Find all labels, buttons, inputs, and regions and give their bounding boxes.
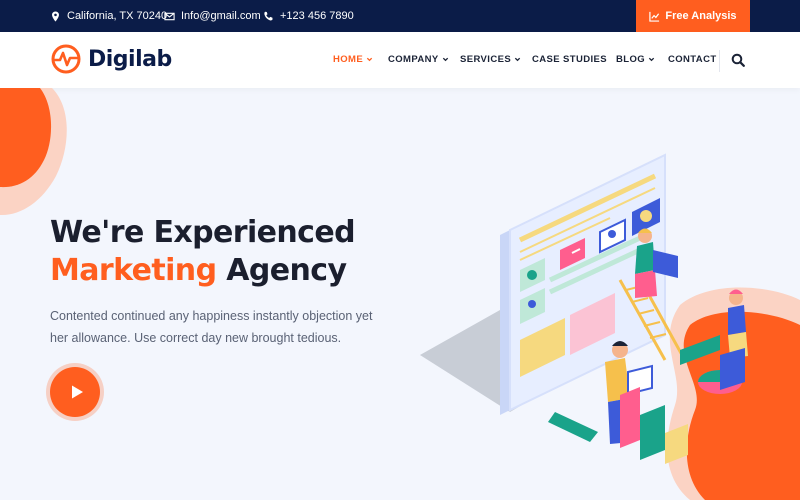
marketing-illustration <box>420 153 748 464</box>
nav-home[interactable]: HOME <box>333 54 373 65</box>
main-header: Digilab HOME COMPANY SERVICES CASE STUDI… <box>0 32 800 88</box>
chart-line-icon <box>649 11 660 22</box>
nav-blog-label: BLOG <box>616 54 646 65</box>
phone-info[interactable]: +123 456 7890 <box>263 0 354 32</box>
nav-case-studies[interactable]: CASE STUDIES <box>532 54 607 65</box>
nav-contact-label: CONTACT <box>668 54 717 65</box>
location-info: California, TX 70240 <box>50 0 167 32</box>
bar-cube <box>620 387 640 448</box>
hero-title-line2: Marketing Agency <box>50 252 355 290</box>
envelope-icon <box>164 12 175 20</box>
nav-services-label: SERVICES <box>460 54 512 65</box>
search-icon[interactable] <box>731 53 745 67</box>
person-shirt <box>728 305 746 335</box>
play-icon <box>71 385 83 399</box>
location-pin-icon <box>608 230 616 238</box>
phone-icon <box>264 11 273 20</box>
phone-text[interactable]: +123 456 7890 <box>280 10 354 22</box>
floor-shadow <box>548 412 598 442</box>
nav-blog[interactable]: BLOG <box>616 54 655 65</box>
person-shirt <box>635 242 655 274</box>
chevron-down-icon <box>366 57 373 62</box>
person-hair <box>729 289 743 294</box>
brand-name: Digilab <box>88 46 172 72</box>
free-analysis-label: Free Analysis <box>665 10 737 22</box>
nav-company-label: COMPANY <box>388 54 439 65</box>
nav-divider <box>719 50 720 72</box>
nav-services[interactable]: SERVICES <box>460 54 521 65</box>
brand-logo[interactable]: Digilab <box>50 43 172 75</box>
nav-company[interactable]: COMPANY <box>388 54 449 65</box>
email-text[interactable]: Info@gmail.com <box>181 10 261 22</box>
chevron-down-icon <box>648 57 655 62</box>
bar-cube <box>665 424 688 464</box>
nav-home-label: HOME <box>333 54 364 65</box>
badge-icon <box>640 210 652 222</box>
nav-contact[interactable]: CONTACT <box>668 54 717 65</box>
user-icon <box>528 300 536 308</box>
chart-block <box>680 335 720 365</box>
pie-slice <box>698 370 720 382</box>
gear-icon <box>527 270 537 280</box>
logo-icon <box>51 44 81 74</box>
hero-title: We're Experienced Marketing Agency <box>50 214 356 290</box>
decorative-blob-left <box>0 88 67 216</box>
hero-title-line1: We're Experienced <box>50 215 356 250</box>
location-text: California, TX 70240 <box>67 10 168 22</box>
hero-title-rest: Agency <box>216 253 347 288</box>
board-side <box>500 230 510 415</box>
chevron-down-icon <box>442 57 448 62</box>
nav-case-studies-label: CASE STUDIES <box>532 54 608 65</box>
map-pin-icon <box>52 10 59 22</box>
person-skirt <box>635 270 657 298</box>
free-analysis-button[interactable]: Free Analysis <box>636 0 750 32</box>
hero-description: Contented continued any happiness instan… <box>50 309 373 345</box>
chevron-down-icon <box>514 57 521 62</box>
top-bar: California, TX 70240 Info@gmail.com +123… <box>0 0 800 32</box>
hero-title-accent: Marketing <box>50 253 217 288</box>
play-video-button[interactable] <box>50 367 100 417</box>
email-info[interactable]: Info@gmail.com <box>164 0 261 32</box>
bar-cube <box>640 405 665 460</box>
